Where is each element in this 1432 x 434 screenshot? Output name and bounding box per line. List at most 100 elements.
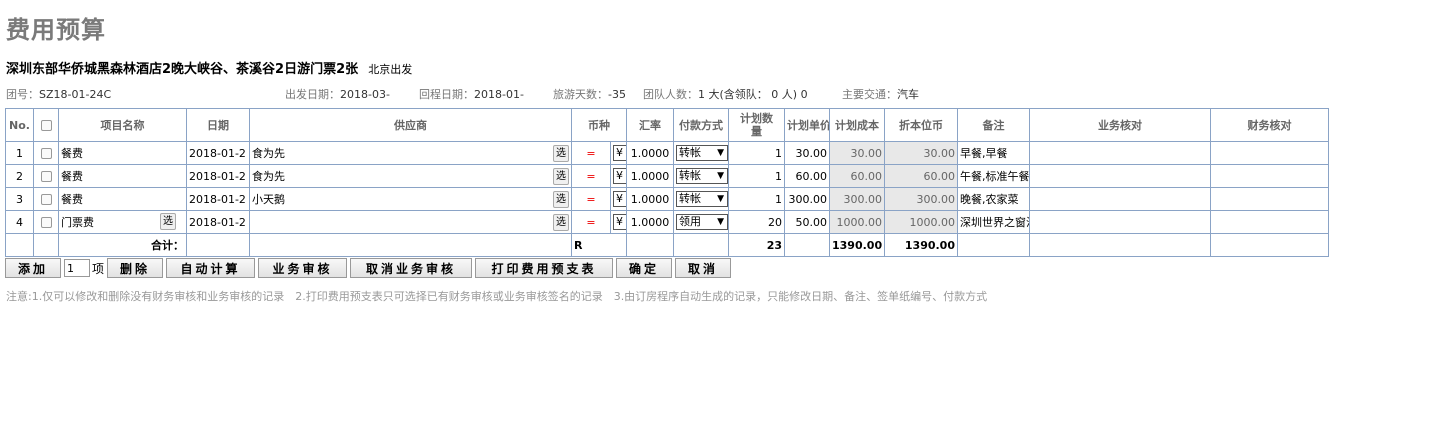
row-unit-price[interactable]: 50.00 — [784, 210, 830, 234]
row-payment-cell: 转帐 ▼ — [673, 141, 729, 165]
biz-audit-button[interactable]: 业务审核 — [258, 258, 348, 278]
departure-city: 北京出发 — [368, 63, 413, 76]
row-eq: = — [571, 187, 611, 211]
row-name[interactable]: 餐费 — [58, 187, 187, 211]
select-supplier-button[interactable]: 选 — [553, 145, 569, 162]
row-qty[interactable]: 1 — [728, 187, 785, 211]
row-fin-check — [1210, 164, 1329, 188]
row-unit-price[interactable]: 300.00 — [784, 187, 830, 211]
row-supplier-cell: 食为先 选 — [249, 164, 572, 188]
header-cost: 计划成本 — [829, 108, 885, 142]
header-unit-price: 计划单价 — [784, 108, 830, 142]
row-fin-check — [1210, 210, 1329, 234]
row-date[interactable]: 2018-01-2 — [186, 210, 250, 234]
header-remark: 备注 — [957, 108, 1030, 142]
row-checkbox-cell — [33, 141, 59, 165]
row-no: 2 — [5, 164, 34, 188]
row-fin-check — [1210, 141, 1329, 165]
row-remark[interactable]: 深圳世界之窗滑冰+轮胎嬉雪+冰 — [957, 210, 1030, 234]
confirm-button[interactable]: 确定 — [616, 258, 673, 278]
row-cost: 1000.00 — [829, 210, 885, 234]
header-fin-check: 财务核对 — [1210, 108, 1329, 142]
row-supplier-cell: 食为先 选 — [249, 141, 572, 165]
usage-note: 注意:1.仅可以修改和删除没有财务审核和业务审核的记录 2.打印费用预支表只可选… — [6, 290, 988, 303]
select-supplier-button[interactable]: 选 — [553, 191, 569, 208]
row-no: 3 — [5, 187, 34, 211]
row-checkbox[interactable] — [40, 148, 52, 159]
currency-select[interactable]: ¥▼ — [613, 145, 626, 161]
row-supplier[interactable]: 食为先 — [252, 147, 285, 160]
header-base: 折本位币 — [884, 108, 958, 142]
header-date: 日期 — [186, 108, 250, 142]
header-supplier: 供应商 — [249, 108, 572, 142]
row-rate[interactable]: 1.0000 — [626, 164, 674, 188]
row-base: 30.00 — [884, 141, 958, 165]
select-all-checkbox[interactable] — [40, 120, 52, 131]
total-currency: R — [571, 233, 627, 257]
row-name-cell: 门票费 选 — [58, 210, 187, 234]
row-no: 4 — [5, 210, 34, 234]
row-unit-price[interactable]: 30.00 — [784, 141, 830, 165]
group-size: 团队人数：1 大(含领队： 0 人) 0 — [643, 88, 808, 101]
row-checkbox-cell — [33, 164, 59, 188]
add-button[interactable]: 添加 — [5, 258, 61, 278]
select-supplier-button[interactable]: 选 — [553, 214, 569, 231]
row-base: 300.00 — [884, 187, 958, 211]
row-qty[interactable]: 1 — [728, 164, 785, 188]
row-name[interactable]: 餐费 — [58, 164, 187, 188]
row-base: 60.00 — [884, 164, 958, 188]
row-biz-check — [1029, 164, 1211, 188]
row-biz-check — [1029, 187, 1211, 211]
row-currency-cell: ¥▼ — [610, 210, 627, 234]
row-remark[interactable]: 晚餐,农家菜 — [957, 187, 1030, 211]
payment-select[interactable]: 领用 ▼ — [676, 214, 728, 230]
total-qty: 23 — [728, 233, 785, 257]
currency-select[interactable]: ¥▼ — [613, 191, 626, 207]
row-remark[interactable]: 早餐,早餐 — [957, 141, 1030, 165]
row-date[interactable]: 2018-01-2 — [186, 187, 250, 211]
cancel-button[interactable]: 取消 — [675, 258, 732, 278]
total-label: 合计： — [58, 233, 187, 257]
header-select-all — [33, 108, 59, 142]
row-supplier-cell: 小天鹅 选 — [249, 187, 572, 211]
tour-name: 深圳东部华侨城黑森林酒店2晚大峡谷、茶溪谷2日游门票2张 — [6, 62, 359, 77]
row-rate[interactable]: 1.0000 — [626, 210, 674, 234]
row-date[interactable]: 2018-01-2 — [186, 141, 250, 165]
select-supplier-button[interactable]: 选 — [553, 168, 569, 185]
add-count-input[interactable]: 1 — [64, 259, 90, 277]
row-checkbox[interactable] — [40, 217, 52, 228]
row-cost: 60.00 — [829, 164, 885, 188]
payment-select[interactable]: 转帐 ▼ — [676, 145, 728, 161]
row-rate[interactable]: 1.0000 — [626, 141, 674, 165]
row-rate[interactable]: 1.0000 — [626, 187, 674, 211]
print-budget-button[interactable]: 打印费用预支表 — [475, 258, 614, 278]
delete-button[interactable]: 删除 — [107, 258, 164, 278]
row-date[interactable]: 2018-01-2 — [186, 164, 250, 188]
row-name[interactable]: 餐费 — [58, 141, 187, 165]
row-supplier-cell: 选 — [249, 210, 572, 234]
currency-select[interactable]: ¥▼ — [613, 214, 626, 230]
cancel-biz-audit-button[interactable]: 取消业务审核 — [350, 258, 473, 278]
row-qty[interactable]: 20 — [728, 210, 785, 234]
dropdown-arrow-icon: ▼ — [717, 194, 724, 204]
row-checkbox[interactable] — [40, 194, 52, 205]
row-supplier[interactable]: 小天鹅 — [252, 193, 285, 206]
table-header-row: No. 项目名称 日期 供应商 币种 汇率 付款方式 计划数量 计划单价 计划成… — [5, 108, 1432, 142]
row-fin-check — [1210, 187, 1329, 211]
payment-select[interactable]: 转帐 ▼ — [676, 168, 728, 184]
header-name: 项目名称 — [58, 108, 187, 142]
row-unit-price[interactable]: 60.00 — [784, 164, 830, 188]
row-checkbox[interactable] — [40, 171, 52, 182]
row-remark[interactable]: 午餐,标准午餐 — [957, 164, 1030, 188]
row-currency-cell: ¥▼ — [610, 164, 627, 188]
header-biz-check: 业务核对 — [1029, 108, 1211, 142]
row-qty[interactable]: 1 — [728, 141, 785, 165]
select-item-button[interactable]: 选 — [160, 213, 176, 230]
auto-calc-button[interactable]: 自动计算 — [166, 258, 256, 278]
row-checkbox-cell — [33, 187, 59, 211]
currency-select[interactable]: ¥▼ — [613, 168, 626, 184]
row-supplier[interactable]: 食为先 — [252, 170, 285, 183]
row-name[interactable]: 门票费 — [61, 216, 94, 229]
payment-select[interactable]: 转帐 ▼ — [676, 191, 728, 207]
page-title: 费用预算 — [6, 16, 106, 44]
